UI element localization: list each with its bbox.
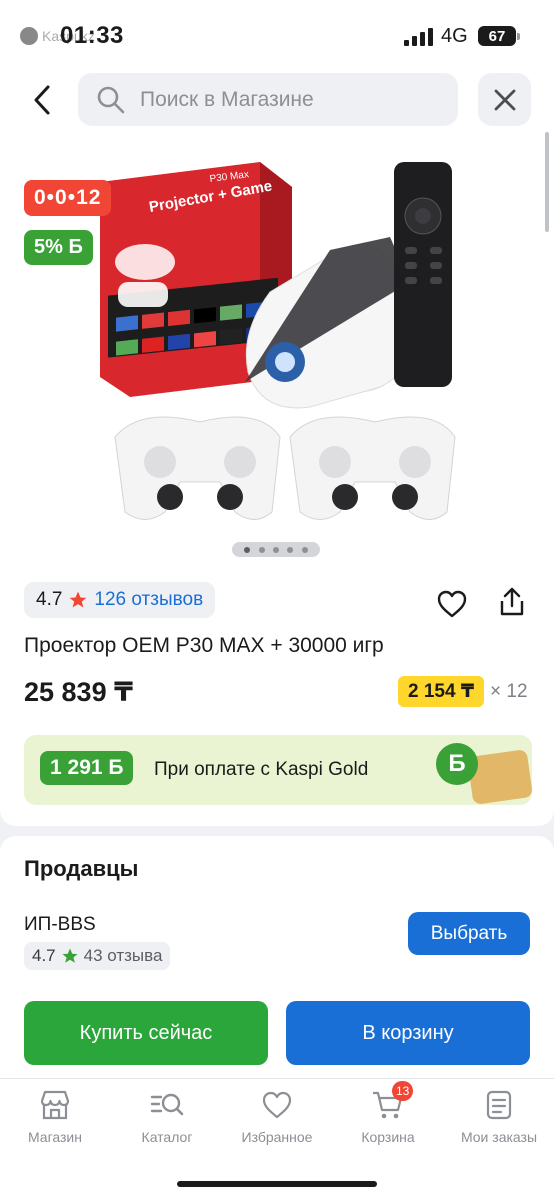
search-input[interactable]: Поиск в Магазине <box>78 73 458 126</box>
star-icon <box>70 591 87 608</box>
installment-amount: 2 154 ₸ <box>398 676 485 707</box>
heart-icon <box>262 1091 292 1119</box>
cart-count-badge: 13 <box>392 1081 414 1101</box>
close-icon <box>494 89 515 110</box>
tab-label: Избранное <box>241 1129 313 1145</box>
page-dot <box>287 546 294 553</box>
seller-rating-value: 4.7 <box>32 946 56 965</box>
tab-label: Корзина <box>361 1129 415 1145</box>
controller-right <box>289 416 456 520</box>
product-card: Projector + Game P30 Max 0•0•12 5% Б 4.7… <box>0 132 554 826</box>
tab-label: Мои заказы <box>460 1129 538 1145</box>
sellers-heading: Продавцы <box>24 856 139 881</box>
home-indicator[interactable] <box>177 1181 377 1187</box>
orders-icon <box>486 1090 512 1120</box>
search-placeholder: Поиск в Магазине <box>140 87 314 111</box>
page-dot <box>301 546 308 553</box>
battery-indicator: 67 <box>478 26 520 46</box>
close-button[interactable] <box>478 73 531 126</box>
app-back-icon <box>20 27 38 45</box>
kaspi-gold-banner[interactable]: 1 291 Б При оплате с Kaspi Gold Б <box>24 735 534 805</box>
installment-info[interactable]: 2 154 ₸ × 12 <box>398 676 528 707</box>
share-icon <box>500 587 524 616</box>
star-icon <box>62 948 78 963</box>
favorite-button[interactable] <box>432 584 472 624</box>
choose-seller-button[interactable]: Выбрать <box>408 912 530 955</box>
catalog-search-icon <box>150 1093 184 1116</box>
chevron-left-icon <box>34 85 50 115</box>
bonus-badge: 5% Б <box>24 230 93 265</box>
page-dot <box>244 546 251 553</box>
back-button[interactable] <box>22 80 62 120</box>
status-bar: Kaspi.kz 01:33 4G 67 <box>0 0 554 72</box>
seller-reviews: 43 отзыва <box>83 946 163 965</box>
tab-store[interactable]: Магазин <box>0 1087 110 1145</box>
product-gallery[interactable]: Projector + Game P30 Max 0•0•12 5% Б <box>0 132 554 557</box>
tab-label: Магазин <box>27 1129 82 1145</box>
heart-icon <box>437 590 467 618</box>
product-title: Проектор OEM P30 MAX + 30000 игр <box>24 634 384 657</box>
timer-badge: 0•0•12 <box>24 180 112 216</box>
share-button[interactable] <box>492 582 532 622</box>
tab-favorites[interactable]: Избранное <box>222 1087 332 1145</box>
installment-months: × 12 <box>490 680 528 702</box>
status-time: 01:33 <box>60 22 124 49</box>
rating-value: 4.7 <box>36 589 63 610</box>
bonus-coin-icon: Б <box>436 743 478 785</box>
page-dot <box>258 546 265 553</box>
tab-catalog[interactable]: Каталог <box>112 1087 222 1145</box>
reviews-count: 126 отзывов <box>94 589 204 610</box>
rating-reviews-link[interactable]: 4.7 126 отзывов <box>24 582 216 618</box>
gold-bonus-badge: 1 291 Б <box>40 751 134 785</box>
search-icon <box>97 86 125 113</box>
seller-name[interactable]: ИП-BBS <box>24 914 96 936</box>
product-price: 25 839 ₸ <box>24 677 133 707</box>
page-dot <box>272 546 279 553</box>
gallery-pagination <box>232 542 320 557</box>
add-to-cart-button[interactable]: В корзину <box>286 1001 530 1065</box>
tab-orders[interactable]: Мои заказы <box>444 1087 554 1145</box>
seller-rating: 4.7 43 отзыва <box>24 942 171 970</box>
tab-cart[interactable]: 13 Корзина <box>333 1081 443 1145</box>
signal-icon <box>404 28 433 46</box>
controller-left <box>114 416 281 520</box>
tab-label: Каталог <box>141 1129 193 1145</box>
header: Поиск в Магазине <box>0 72 554 132</box>
network-type: 4G <box>441 25 468 47</box>
buy-now-button[interactable]: Купить сейчас <box>24 1001 268 1065</box>
gold-banner-text: При оплате с Kaspi Gold <box>154 759 369 780</box>
store-icon <box>40 1090 70 1120</box>
